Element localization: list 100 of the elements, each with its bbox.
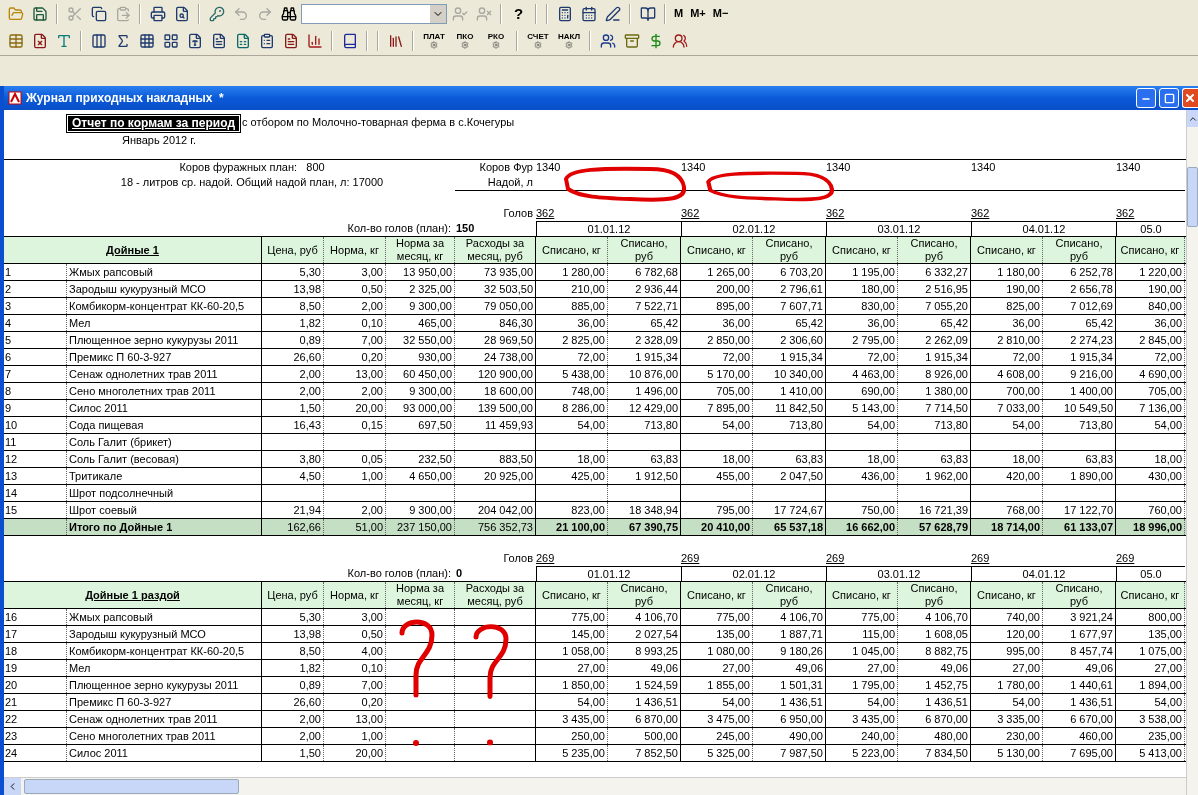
table-cell: 8 xyxy=(4,383,67,399)
table-cell: 145,00 xyxy=(536,626,608,642)
scroll-thumb[interactable] xyxy=(24,779,239,794)
memory-button[interactable]: M+ xyxy=(687,2,709,25)
table-cell: 883,50 xyxy=(455,451,536,467)
table-cell: 17 724,67 xyxy=(753,502,826,518)
table-cell: 3 435,00 xyxy=(826,711,898,727)
table-cell: 465,00 xyxy=(386,315,455,331)
table-cell: 1 410,00 xyxy=(753,383,826,399)
table-cell: 2 516,95 xyxy=(898,281,971,297)
heads-value: 269 xyxy=(826,552,845,564)
table-cell: Премикс П 60-3-927 xyxy=(67,349,262,365)
scroll-thumb[interactable] xyxy=(1187,167,1198,227)
table-cell: Сенаж однолетних трав 2011 xyxy=(67,366,262,382)
document-button[interactable]: СЧЕТ xyxy=(523,29,553,53)
table-cell: 18 348,94 xyxy=(608,502,681,518)
heads-value: 269 xyxy=(971,552,990,564)
table-cell: 54,00 xyxy=(826,417,898,433)
table-cell: 760,00 xyxy=(1116,502,1185,518)
document-button[interactable]: ПКО xyxy=(450,29,480,53)
table-cell: 23 xyxy=(4,728,67,744)
table-cell: 21 xyxy=(4,694,67,710)
cows-value: 1340 xyxy=(681,161,706,173)
plan-text: Коров фуражных план: 800 xyxy=(179,160,325,175)
table-cell: 1,82 xyxy=(262,315,324,331)
table-cell: 139 500,00 xyxy=(455,400,536,416)
cows-value: 1340 xyxy=(971,161,996,173)
table-cell: 19 xyxy=(4,660,67,676)
help-button[interactable]: ? xyxy=(507,2,530,25)
table-cell: 5 325,00 xyxy=(681,745,753,761)
table-cell: 1 045,00 xyxy=(826,643,898,659)
document-button[interactable]: РКО xyxy=(481,29,511,53)
table-cell: 63,83 xyxy=(1043,451,1116,467)
minimize-button[interactable] xyxy=(1136,88,1156,108)
table-cell: 4 106,70 xyxy=(608,609,681,625)
table-cell: 36,00 xyxy=(826,315,898,331)
table-cell: 1,82 xyxy=(262,660,324,676)
table-cell: 995,00 xyxy=(971,643,1043,659)
table-cell: 180,00 xyxy=(826,281,898,297)
table-cell: 9 216,00 xyxy=(1043,366,1116,382)
table-cell: 1 265,00 xyxy=(681,264,753,280)
table-cell: 72,00 xyxy=(971,349,1043,365)
table-cell: 13,00 xyxy=(324,711,386,727)
close-button[interactable] xyxy=(1182,88,1198,108)
table-cell: 1 400,00 xyxy=(1043,383,1116,399)
table-cell: 115,00 xyxy=(826,626,898,642)
table-cell: 54,00 xyxy=(1116,417,1185,433)
table-cell: 5 413,00 xyxy=(1116,745,1185,761)
table-cell: 21,94 xyxy=(262,502,324,518)
table-cell: 2 027,54 xyxy=(608,626,681,642)
table-cell: 135,00 xyxy=(681,626,753,642)
horizontal-scrollbar[interactable] xyxy=(4,777,1186,795)
table-cell: 1 850,00 xyxy=(536,677,608,693)
table-cell: 54,00 xyxy=(826,694,898,710)
column-header: Списано, кг xyxy=(542,588,601,602)
table-cell: Соль Галит (брикет) xyxy=(67,434,262,450)
table-cell: 6 782,68 xyxy=(608,264,681,280)
document-button[interactable]: ПЛАТ xyxy=(419,29,449,53)
table-cell: 8,50 xyxy=(262,643,324,659)
cows-value: 1340 xyxy=(1116,161,1141,173)
table-cell: 3 475,00 xyxy=(681,711,753,727)
table-cell: Сено многолетних трав 2011 xyxy=(67,728,262,744)
table-cell: 54,00 xyxy=(681,417,753,433)
table-cell: 5 xyxy=(4,332,67,348)
table-cell: 1 915,34 xyxy=(753,349,826,365)
table-cell: 823,00 xyxy=(536,502,608,518)
table-cell: 4,00 xyxy=(324,643,386,659)
table-cell: 7 607,71 xyxy=(753,298,826,314)
table-cell: 32 550,00 xyxy=(386,332,455,348)
table-cell: 18 600,00 xyxy=(455,383,536,399)
table-cell: 713,80 xyxy=(1043,417,1116,433)
table-cell: 60 450,00 xyxy=(386,366,455,382)
table-cell: 61 133,07 xyxy=(1043,519,1116,535)
table-cell: 120 900,00 xyxy=(455,366,536,382)
table-cell: 190,00 xyxy=(971,281,1043,297)
table-cell: 0,50 xyxy=(324,626,386,642)
table-cell: Премикс П 60-3-927 xyxy=(67,694,262,710)
table-cell: 72,00 xyxy=(1116,349,1185,365)
document-button[interactable]: НАКЛ xyxy=(554,29,584,53)
table-cell: 65,42 xyxy=(753,315,826,331)
table-cell: 10 xyxy=(4,417,67,433)
table-cell: 795,00 xyxy=(681,502,753,518)
table-cell: 9 xyxy=(4,400,67,416)
memory-button[interactable]: M− xyxy=(709,2,732,25)
table-cell: 0,10 xyxy=(324,660,386,676)
table-cell: 20 xyxy=(4,677,67,693)
vertical-scrollbar[interactable] xyxy=(1186,110,1198,795)
table-cell: 15 xyxy=(4,502,67,518)
table-cell: 6 332,27 xyxy=(898,264,971,280)
table-cell: 20,00 xyxy=(324,400,386,416)
memory-button[interactable]: M xyxy=(671,2,687,25)
table-cell: 51,00 xyxy=(324,519,386,535)
table-cell: Силос 2011 xyxy=(67,400,262,416)
column-header: Списано, руб xyxy=(619,237,669,263)
table-cell: 2 328,09 xyxy=(608,332,681,348)
table-cell: 17 xyxy=(4,626,67,642)
table-cell: 7 695,00 xyxy=(1043,745,1116,761)
maximize-button[interactable] xyxy=(1159,88,1179,108)
table-cell: 1 xyxy=(4,264,67,280)
table-cell: 2 262,09 xyxy=(898,332,971,348)
